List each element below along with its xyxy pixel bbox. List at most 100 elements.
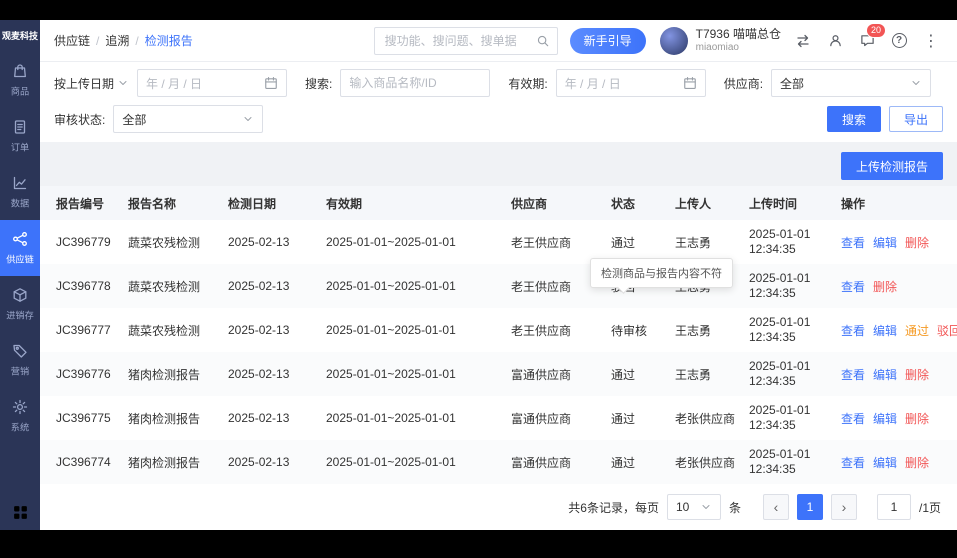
sidebar-item-label: 商品 [10, 86, 30, 97]
report-no-cell: JC396776 [56, 367, 111, 381]
upload-date-placeholder: 年 / 月 / 日 [146, 76, 203, 91]
upload-report-button[interactable]: 上传检测报告 [840, 152, 943, 180]
product-search-input[interactable] [340, 69, 491, 97]
action-view[interactable]: 查看 [841, 236, 865, 250]
message-icon[interactable]: 20 [855, 22, 886, 54]
sidebar-item-marketing[interactable]: 营销 [0, 332, 40, 388]
topbar: 供应链 / 追溯 / 检测报告 新手引导 T7936 喵喵总仓 miaomiao [40, 20, 957, 62]
sidebar-item-label: 数据 [10, 198, 30, 209]
action-view[interactable]: 查看 [841, 368, 865, 382]
action-edit[interactable]: 编辑 [873, 236, 897, 250]
action-edit[interactable]: 编辑 [873, 368, 897, 382]
action-delete[interactable]: 删除 [905, 456, 929, 470]
filter-row-2: 审核状态: 全部 搜索 导出 [54, 105, 943, 133]
breadcrumb: 供应链 / 追溯 / 检测报告 [54, 32, 193, 49]
column-header: 上传人 [667, 186, 741, 220]
validity-date-input[interactable]: 年 / 月 / 日 [555, 69, 706, 97]
column-header: 上传时间 [741, 186, 833, 220]
action-edit[interactable]: 编辑 [873, 324, 897, 338]
column-header: 检测日期 [220, 186, 318, 220]
action-view[interactable]: 查看 [841, 280, 865, 294]
search-button[interactable]: 搜索 [826, 106, 881, 132]
action-approve[interactable]: 通过 [905, 324, 929, 338]
date-type-select[interactable]: 按上传日期 [54, 75, 129, 92]
report-name-cell: 蔬菜农残检测 [128, 235, 201, 250]
sidebar: 观麦科技 商品 订单 数据 供应链 进销存 营销 系统 [0, 20, 40, 530]
search-icon[interactable] [536, 34, 550, 48]
uploader-cell: 老张供应商 [675, 455, 736, 470]
app-window: 观麦科技 商品订单数据供应链进销存营销系统 供应链/追溯/检测报告 新手引导 [0, 20, 957, 530]
status-select[interactable]: 全部 [113, 105, 264, 133]
breadcrumb-item[interactable]: 检测报告 [145, 32, 193, 49]
table-row: JC396777 蔬菜农残检测 2025-02-13 2025-01-01~2025-… [40, 308, 957, 352]
next-page-button[interactable]: › [830, 494, 857, 520]
action-delete[interactable]: 删除 [905, 368, 929, 382]
action-reject[interactable]: 驳回 [937, 324, 957, 338]
beginner-guide-button[interactable]: 新手引导 [569, 27, 646, 54]
report-table: 报告编号 报告名称 检测日期 有效期 供应商 状态 上传人 上传时间 操作 JC396779 蔬菜… [40, 186, 957, 484]
action-edit[interactable]: 编辑 [873, 412, 897, 426]
validity-cell: 2025-01-01~2025-01-01 [326, 367, 456, 381]
current-page-button[interactable]: 1 [796, 494, 823, 520]
action-delete[interactable]: 删除 [905, 236, 929, 250]
status-cell: 通过 [611, 411, 636, 426]
account-name: T7936 喵喵总仓 [695, 27, 781, 42]
action-view[interactable]: 查看 [841, 412, 865, 426]
account-info[interactable]: T7936 喵喵总仓 miaomiao [696, 27, 781, 53]
breadcrumb-item[interactable]: 供应链 [54, 32, 90, 49]
sidebar-item-label: 供应链 [6, 254, 34, 265]
upload-date-input[interactable]: 年 / 月 / 日 [137, 69, 288, 97]
table-row: JC396778 蔬菜农残检测 2025-02-13 2025-01-01~2025-… [40, 264, 957, 308]
global-search [373, 26, 558, 55]
sidebar-item-supply-chain[interactable]: 供应链 [0, 220, 40, 276]
action-edit[interactable]: 编辑 [873, 456, 897, 470]
upload-time-cell: 2025-01-01 12:34:35 [749, 447, 811, 476]
action-view[interactable]: 查看 [841, 456, 865, 470]
report-no-cell: JC396778 [56, 279, 111, 293]
help-icon[interactable]: ? [887, 28, 911, 54]
validity-cell: 2025-01-01~2025-01-01 [326, 279, 456, 293]
test-date-cell: 2025-02-13 [228, 411, 290, 425]
supplier-select[interactable]: 全部 [771, 69, 932, 97]
message-badge: 20 [865, 22, 886, 38]
upload-time-cell: 2025-01-01 12:34:35 [749, 403, 811, 432]
sidebar-item-orders[interactable]: 订单 [0, 108, 40, 164]
breadcrumb-separator: / [135, 33, 139, 48]
customer-service-icon[interactable] [823, 28, 847, 54]
column-header: 报告名称 [120, 186, 220, 220]
actions-cell: 查看 编辑 删除 [833, 396, 957, 440]
switch-account-icon[interactable] [791, 28, 815, 54]
actions-cell: 查看 编辑 删除 [833, 440, 957, 484]
upload-time-cell: 2025-01-01 12:34:35 [749, 271, 811, 300]
sidebar-item-label: 进销存 [6, 310, 34, 321]
report-name-cell: 猪肉检测报告 [128, 455, 201, 470]
sidebar-item-data[interactable]: 数据 [0, 164, 40, 220]
action-delete[interactable]: 删除 [905, 412, 929, 426]
test-date-cell: 2025-02-13 [228, 279, 290, 293]
sidebar-item-goods[interactable]: 商品 [0, 52, 40, 108]
chevron-down-icon [117, 77, 129, 89]
more-menu-icon[interactable]: ⋮ [919, 28, 943, 54]
test-date-cell: 2025-02-13 [228, 235, 290, 249]
avatar[interactable] [659, 26, 688, 55]
main-content: 供应链 / 追溯 / 检测报告 新手引导 T7936 喵喵总仓 miaomiao [40, 20, 957, 530]
action-delete[interactable]: 删除 [873, 280, 897, 294]
page-size-select[interactable]: 10 [666, 494, 721, 520]
export-button[interactable]: 导出 [888, 106, 943, 132]
report-name-cell: 猪肉检测报告 [128, 411, 201, 426]
supplier-label: 供应商: [723, 76, 764, 91]
global-search-input[interactable] [373, 26, 558, 55]
sidebar-item-system[interactable]: 系统 [0, 388, 40, 444]
validity-date-placeholder: 年 / 月 / 日 [564, 76, 621, 91]
report-name-cell: 蔬菜农残检测 [128, 279, 201, 294]
table-row: JC396779 蔬菜农残检测 2025-02-13 2025-01-01~2025-… [40, 220, 957, 264]
breadcrumb-item[interactable]: 追溯 [105, 32, 129, 49]
page-jump-input[interactable] [876, 494, 911, 520]
prev-page-button[interactable]: ‹ [762, 494, 789, 520]
apps-grid-icon[interactable] [0, 495, 40, 530]
letterbox-bottom [0, 530, 957, 558]
pagination: 共6条记录，每页 10 条 ‹ 1 › /1页 [40, 484, 957, 530]
action-view[interactable]: 查看 [841, 324, 865, 338]
upload-time-cell: 2025-01-01 12:34:35 [749, 227, 811, 256]
sidebar-item-inventory[interactable]: 进销存 [0, 276, 40, 332]
